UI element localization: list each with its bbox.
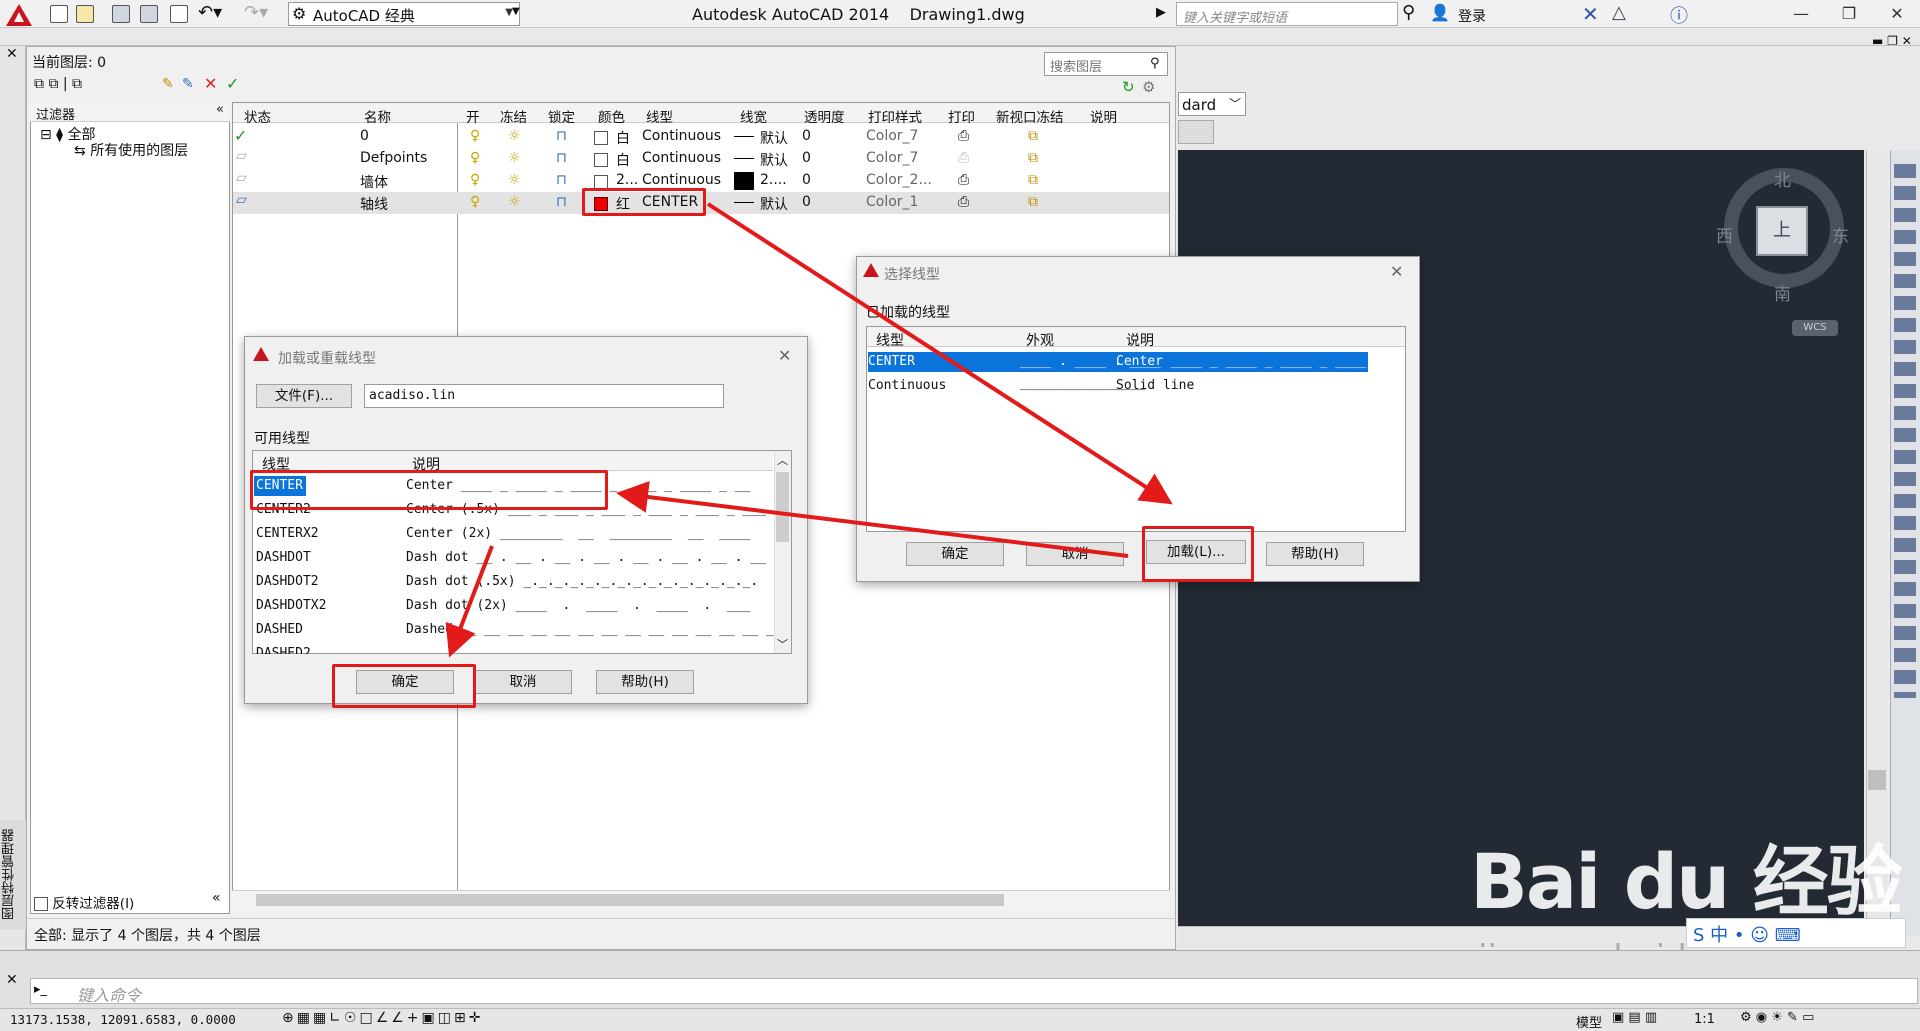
annotation-arrows [445, 202, 1173, 658]
annotation-scale[interactable]: 1:1 [1694, 1012, 1715, 1027]
status-tray-icons[interactable]: ⚙ ◉ ☀ ✎ ▭ [1740, 1010, 1814, 1025]
arrow-to-load [706, 202, 1173, 505]
arrow-to-center [616, 481, 1129, 558]
model-label[interactable]: 模型 [1576, 1012, 1602, 1031]
close-command-icon[interactable]: ✕ [6, 972, 18, 988]
coordinates[interactable]: 13173.1538, 12091.6583, 0.0000 [10, 1012, 236, 1027]
command-input[interactable]: 键入命令 [30, 978, 1918, 1005]
drafting-toggles-icon[interactable]: ⊕▦▦∟☉□∠∠+▣◫⊞✛ [282, 1010, 483, 1026]
command-prompt-icon: ▸_ [34, 982, 48, 997]
layout-icons[interactable]: ▣ ▤ ▥ [1612, 1010, 1657, 1025]
arrow-to-ok [445, 545, 494, 658]
